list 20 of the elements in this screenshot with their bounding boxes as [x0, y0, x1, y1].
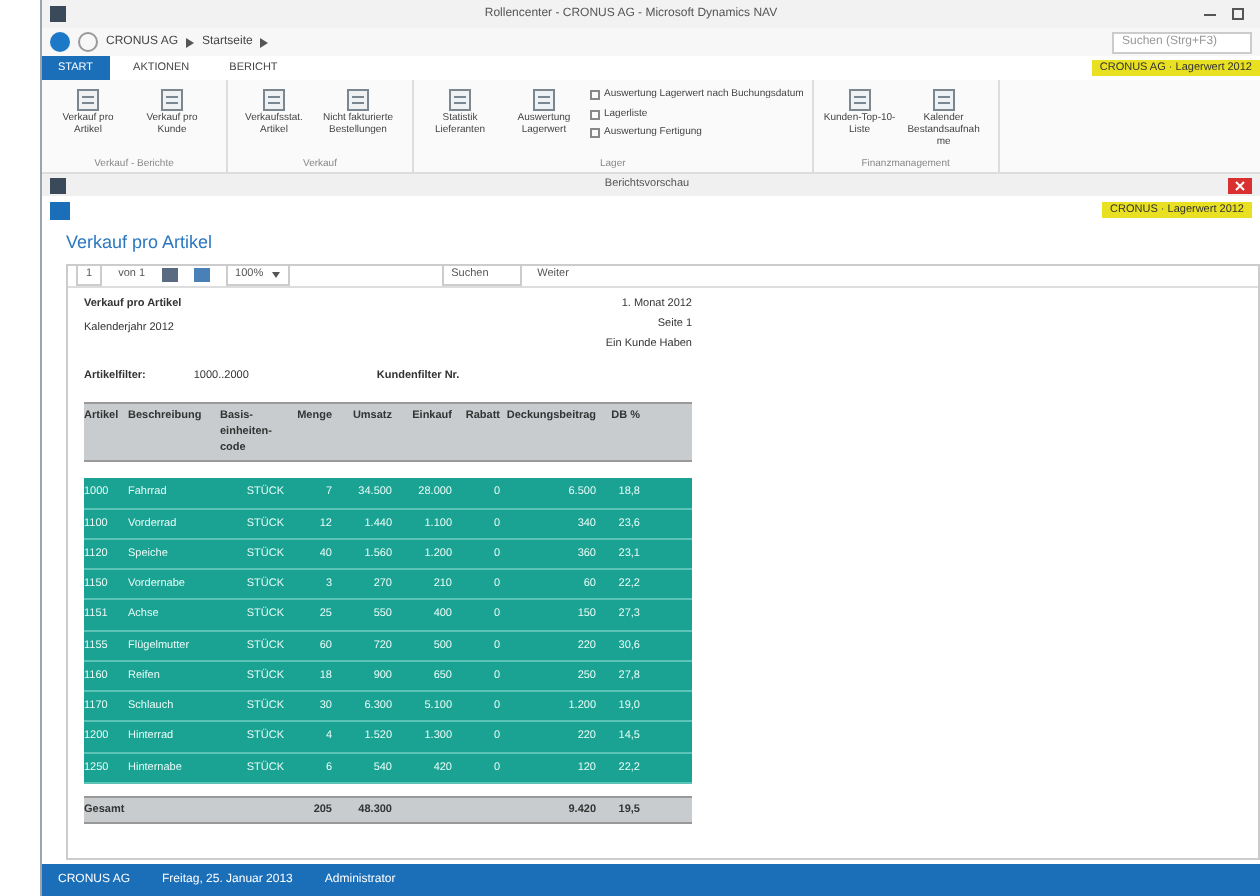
chevron-icon: [186, 37, 195, 47]
app-icon: [50, 6, 66, 22]
report-icon: [160, 88, 184, 112]
caret-icon: [271, 272, 280, 278]
report-icon: [76, 88, 100, 112]
report-icon: [532, 88, 556, 112]
minimize-button[interactable]: [1204, 8, 1216, 20]
back-button[interactable]: [50, 32, 70, 52]
chevron-icon: [260, 37, 269, 47]
report-icon: [262, 88, 286, 112]
report-icon: [448, 88, 472, 112]
menu-button[interactable]: [50, 201, 70, 219]
page-title: Verkauf pro Artikel: [64, 230, 215, 256]
report-icon: [847, 88, 872, 112]
maximize-button[interactable]: [1232, 8, 1244, 20]
forward-button[interactable]: [78, 32, 98, 52]
close-button[interactable]: [1228, 177, 1252, 193]
report-icon: [931, 88, 956, 112]
app-icon: [50, 177, 66, 193]
report-icon: [346, 88, 370, 112]
